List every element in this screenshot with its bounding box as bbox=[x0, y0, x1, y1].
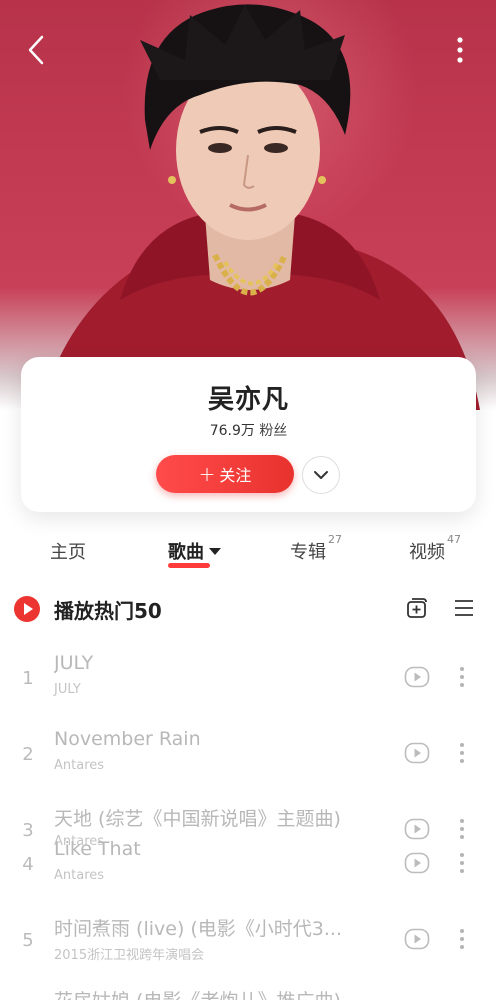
plus-icon: + bbox=[198, 462, 216, 486]
fans-label: 粉丝 bbox=[259, 423, 288, 439]
more-vertical-icon[interactable] bbox=[452, 664, 472, 690]
more-vertical-icon[interactable] bbox=[452, 850, 472, 876]
fans-count: 76.9万 bbox=[209, 423, 255, 439]
play-circle-icon[interactable] bbox=[14, 596, 40, 622]
add-to-collection-icon[interactable] bbox=[405, 596, 429, 620]
artist-tabs: 主页 歌曲 专辑27 视频47 bbox=[0, 533, 496, 578]
song-title: 花房姑娘 (电影《老炮儿》推广曲) bbox=[54, 986, 389, 1000]
tab-albums-count: 27 bbox=[328, 533, 342, 546]
mv-play-icon[interactable] bbox=[404, 742, 430, 764]
expand-similar-button[interactable] bbox=[302, 456, 340, 494]
tab-songs[interactable]: 歌曲 bbox=[168, 538, 221, 564]
song-index: 2 bbox=[22, 744, 34, 765]
more-vertical-icon[interactable] bbox=[452, 740, 472, 766]
follow-button[interactable]: + 关注 bbox=[156, 455, 294, 493]
song-title: 天地 (综艺《中国新说唱》主题曲) bbox=[54, 808, 341, 830]
back-button[interactable] bbox=[20, 30, 52, 70]
mv-play-icon[interactable] bbox=[404, 666, 430, 688]
left-eye bbox=[208, 143, 232, 153]
right-eye bbox=[264, 143, 288, 153]
song-item[interactable]: 1 JULY JULY bbox=[0, 652, 496, 712]
tab-videos-label: 视频 bbox=[409, 542, 445, 563]
song-subtitle: JULY bbox=[54, 682, 81, 697]
tab-home-label: 主页 bbox=[50, 542, 86, 563]
list-select-icon[interactable] bbox=[452, 596, 476, 620]
tab-songs-label: 歌曲 bbox=[168, 542, 204, 563]
active-tab-indicator bbox=[168, 563, 210, 568]
song-subtitle: Antares bbox=[54, 758, 105, 773]
chevron-down-icon bbox=[314, 471, 328, 479]
song-item[interactable]: 5 时间煮雨 (live) (电影《小时代3... 2015浙江卫视跨年演唱会 bbox=[0, 914, 496, 974]
tab-videos-count: 47 bbox=[447, 533, 461, 546]
artist-profile-card: 吴亦凡 76.9万 粉丝 + 关注 bbox=[21, 357, 476, 512]
song-subtitle: 2015浙江卫视跨年演唱会 bbox=[54, 948, 205, 963]
song-item[interactable]: 4 Like That Antares bbox=[0, 838, 496, 898]
follow-label: 关注 bbox=[219, 466, 252, 485]
chevron-left-icon bbox=[28, 35, 44, 65]
tab-home[interactable]: 主页 bbox=[50, 538, 86, 564]
tab-videos[interactable]: 视频47 bbox=[409, 533, 461, 564]
song-title: November Rain bbox=[54, 728, 201, 750]
play-all-title[interactable]: 播放热门50 bbox=[54, 595, 162, 624]
fans-count-label: 76.9万 粉丝 bbox=[21, 420, 476, 440]
caret-down-icon bbox=[209, 547, 221, 555]
mv-play-icon[interactable] bbox=[404, 818, 430, 840]
tab-albums[interactable]: 专辑27 bbox=[290, 533, 342, 564]
song-index: 1 bbox=[22, 668, 34, 689]
play-all-row: 播放热门50 bbox=[0, 590, 496, 626]
mv-play-icon[interactable] bbox=[404, 928, 430, 950]
right-earring bbox=[318, 176, 326, 184]
song-subtitle: Antares bbox=[54, 868, 105, 883]
artist-header-photo bbox=[0, 0, 496, 410]
song-title: Like That bbox=[54, 838, 141, 860]
song-index: 4 bbox=[22, 854, 34, 875]
song-item[interactable]: 2 November Rain Antares bbox=[0, 728, 496, 788]
artist-name: 吴亦凡 bbox=[207, 385, 289, 415]
artist-portrait bbox=[40, 4, 480, 410]
song-title: JULY bbox=[54, 652, 94, 674]
song-title: 时间煮雨 (live) (电影《小时代3... bbox=[54, 918, 343, 940]
more-vertical-icon bbox=[457, 37, 463, 63]
left-earring bbox=[168, 176, 176, 184]
song-item[interactable]: 花房姑娘 (电影《老炮儿》推广曲) bbox=[0, 986, 496, 1000]
more-button[interactable] bbox=[444, 30, 476, 70]
song-index: 5 bbox=[22, 930, 34, 951]
mv-play-icon[interactable] bbox=[404, 852, 430, 874]
more-vertical-icon[interactable] bbox=[452, 926, 472, 952]
tab-albums-label: 专辑 bbox=[290, 542, 326, 563]
